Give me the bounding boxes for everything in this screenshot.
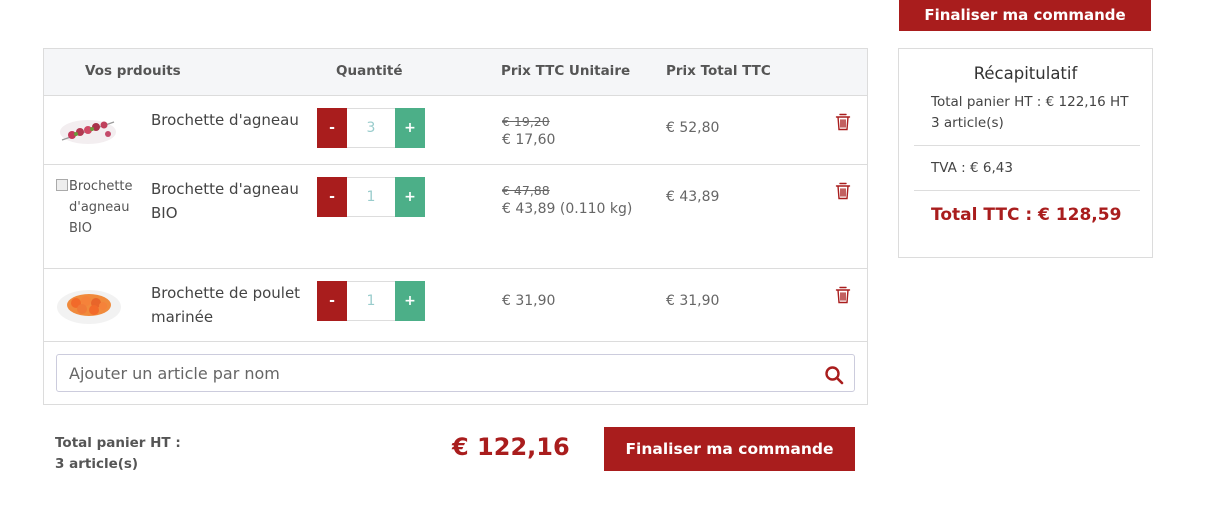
header-total-price: Prix Total TTC bbox=[666, 63, 771, 79]
old-price: € 47,88 bbox=[502, 183, 550, 198]
increment-button[interactable]: + bbox=[395, 281, 425, 321]
old-price: € 19,20 bbox=[502, 114, 550, 129]
quantity-stepper: - 3 + bbox=[317, 108, 425, 148]
decrement-button[interactable]: - bbox=[317, 108, 347, 148]
increment-button[interactable]: + bbox=[395, 177, 425, 217]
unit-price: € 31,90 bbox=[502, 293, 556, 309]
summary-articles: 3 article(s) bbox=[931, 115, 1004, 131]
total-label-line: Total panier HT : bbox=[55, 435, 181, 451]
quantity-stepper: - 1 + bbox=[317, 281, 425, 321]
product-name[interactable]: Brochette d'agneau BIO bbox=[151, 177, 311, 225]
trash-icon[interactable] bbox=[835, 113, 851, 131]
summary-tva: TVA : € 6,43 bbox=[931, 160, 1013, 176]
product-name[interactable]: Brochette d'agneau bbox=[151, 108, 311, 132]
image-alt-text: Brochette d'agneau BIO bbox=[69, 179, 133, 236]
product-image bbox=[57, 290, 121, 324]
table-row: Brochette d'agneau BIO Brochette d'agnea… bbox=[44, 165, 867, 269]
summary-title: Récapitulatif bbox=[973, 64, 1078, 83]
cart-total-amount: € 122,16 bbox=[452, 433, 570, 461]
table-row: Brochette de poulet marinée - 1 + € 31,9… bbox=[44, 269, 867, 342]
total-price: € 43,89 bbox=[666, 189, 720, 205]
top-checkout-button[interactable]: Finaliser ma commande bbox=[899, 0, 1151, 31]
increment-button[interactable]: + bbox=[395, 108, 425, 148]
product-name[interactable]: Brochette de poulet marinée bbox=[151, 281, 311, 329]
summary-total-ttc: Total TTC : € 128,59 bbox=[931, 205, 1122, 225]
unit-price: € 17,60 bbox=[502, 132, 556, 148]
trash-icon[interactable] bbox=[835, 182, 851, 200]
divider bbox=[914, 190, 1140, 191]
search-icon[interactable] bbox=[824, 365, 844, 385]
add-article-search[interactable]: Ajouter un article par nom bbox=[56, 354, 855, 392]
trash-icon[interactable] bbox=[835, 286, 851, 304]
header-products: Vos prdouits bbox=[85, 63, 181, 79]
cart-total-label: Total panier HT : 3 article(s) bbox=[55, 433, 181, 475]
summary-ht: Total panier HT : € 122,16 HT bbox=[931, 94, 1129, 110]
broken-image-icon bbox=[56, 179, 68, 191]
summary-panel: Récapitulatif Total panier HT : € 122,16… bbox=[898, 48, 1153, 258]
decrement-button[interactable]: - bbox=[317, 177, 347, 217]
header-unit-price: Prix TTC Unitaire bbox=[501, 63, 631, 79]
table-row: Brochette d'agneau - 3 + € 19,20 € 17,60… bbox=[44, 96, 867, 165]
decrement-button[interactable]: - bbox=[317, 281, 347, 321]
header-quantity: Quantité bbox=[336, 63, 403, 79]
cart-table: Vos prdouits Quantité Prix TTC Unitaire … bbox=[43, 48, 868, 405]
product-image-broken: Brochette d'agneau BIO bbox=[56, 176, 144, 239]
quantity-input[interactable]: 1 bbox=[347, 281, 395, 321]
total-price: € 31,90 bbox=[666, 293, 720, 309]
total-price: € 52,80 bbox=[666, 120, 720, 136]
divider bbox=[914, 145, 1140, 146]
search-input[interactable]: Ajouter un article par nom bbox=[69, 364, 280, 383]
cart-header: Vos prdouits Quantité Prix TTC Unitaire … bbox=[44, 49, 867, 96]
quantity-stepper: - 1 + bbox=[317, 177, 425, 217]
product-image bbox=[56, 110, 120, 150]
article-count: 3 article(s) bbox=[55, 456, 139, 472]
unit-price: € 43,89 (0.110 kg) bbox=[502, 201, 633, 217]
quantity-input[interactable]: 3 bbox=[347, 108, 395, 148]
quantity-input[interactable]: 1 bbox=[347, 177, 395, 217]
checkout-button[interactable]: Finaliser ma commande bbox=[604, 427, 855, 471]
